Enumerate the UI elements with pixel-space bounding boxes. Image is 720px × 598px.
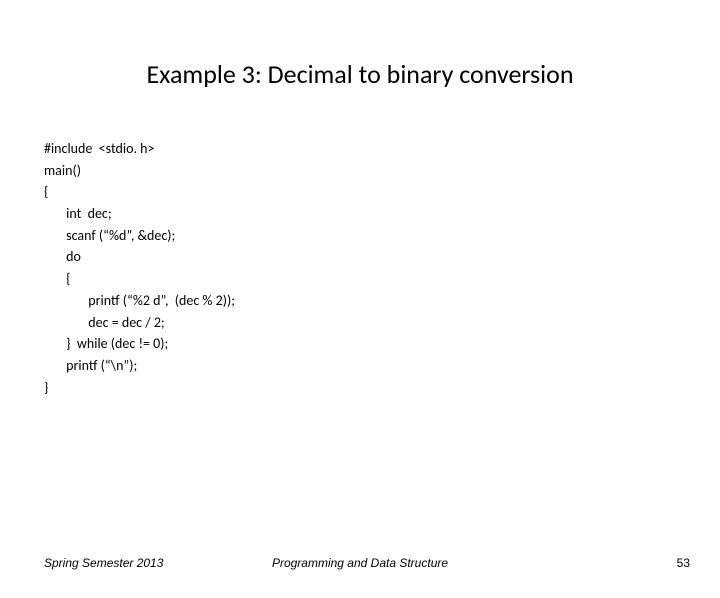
footer-page-number: 53 [677, 556, 690, 570]
code-line: } [44, 377, 720, 399]
code-line: scanf (“%d”, &dec); [44, 225, 720, 247]
code-line: printf (“\n”); [44, 355, 720, 377]
code-line: printf (“%2 d”, (dec % 2)); [44, 290, 720, 312]
code-line: int dec; [44, 203, 720, 225]
code-line: { [44, 181, 720, 203]
footer-center: Programming and Data Structure [0, 556, 720, 570]
slide-title: Example 3: Decimal to binary conversion [0, 58, 720, 90]
code-line: dec = dec / 2; [44, 312, 720, 334]
code-line: #include <stdio. h> [44, 138, 720, 160]
footer: Spring Semester 2013 Programming and Dat… [0, 556, 720, 574]
code-line: } while (dec != 0); [44, 333, 720, 355]
code-line: main() [44, 160, 720, 182]
code-line: do [44, 246, 720, 268]
code-block: #include <stdio. h> main() { int dec; sc… [44, 138, 720, 398]
code-line: { [44, 268, 720, 290]
